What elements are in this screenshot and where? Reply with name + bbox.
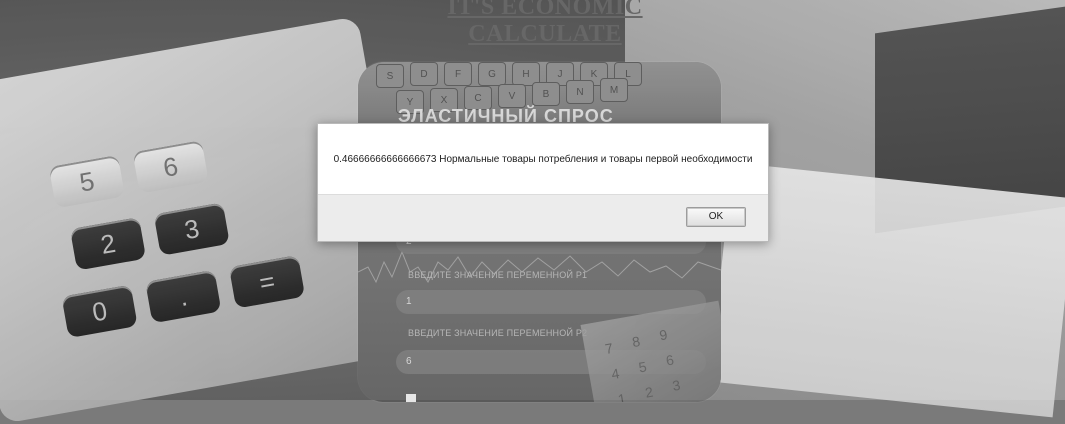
alert-footer: OK (318, 194, 768, 241)
ok-button[interactable]: OK (686, 207, 746, 227)
alert-message: 0.46666666666666673 Нормальные товары по… (333, 153, 753, 165)
alert-dialog: 0.46666666666666673 Нормальные товары по… (317, 123, 769, 242)
alert-body: 0.46666666666666673 Нормальные товары по… (318, 124, 768, 194)
